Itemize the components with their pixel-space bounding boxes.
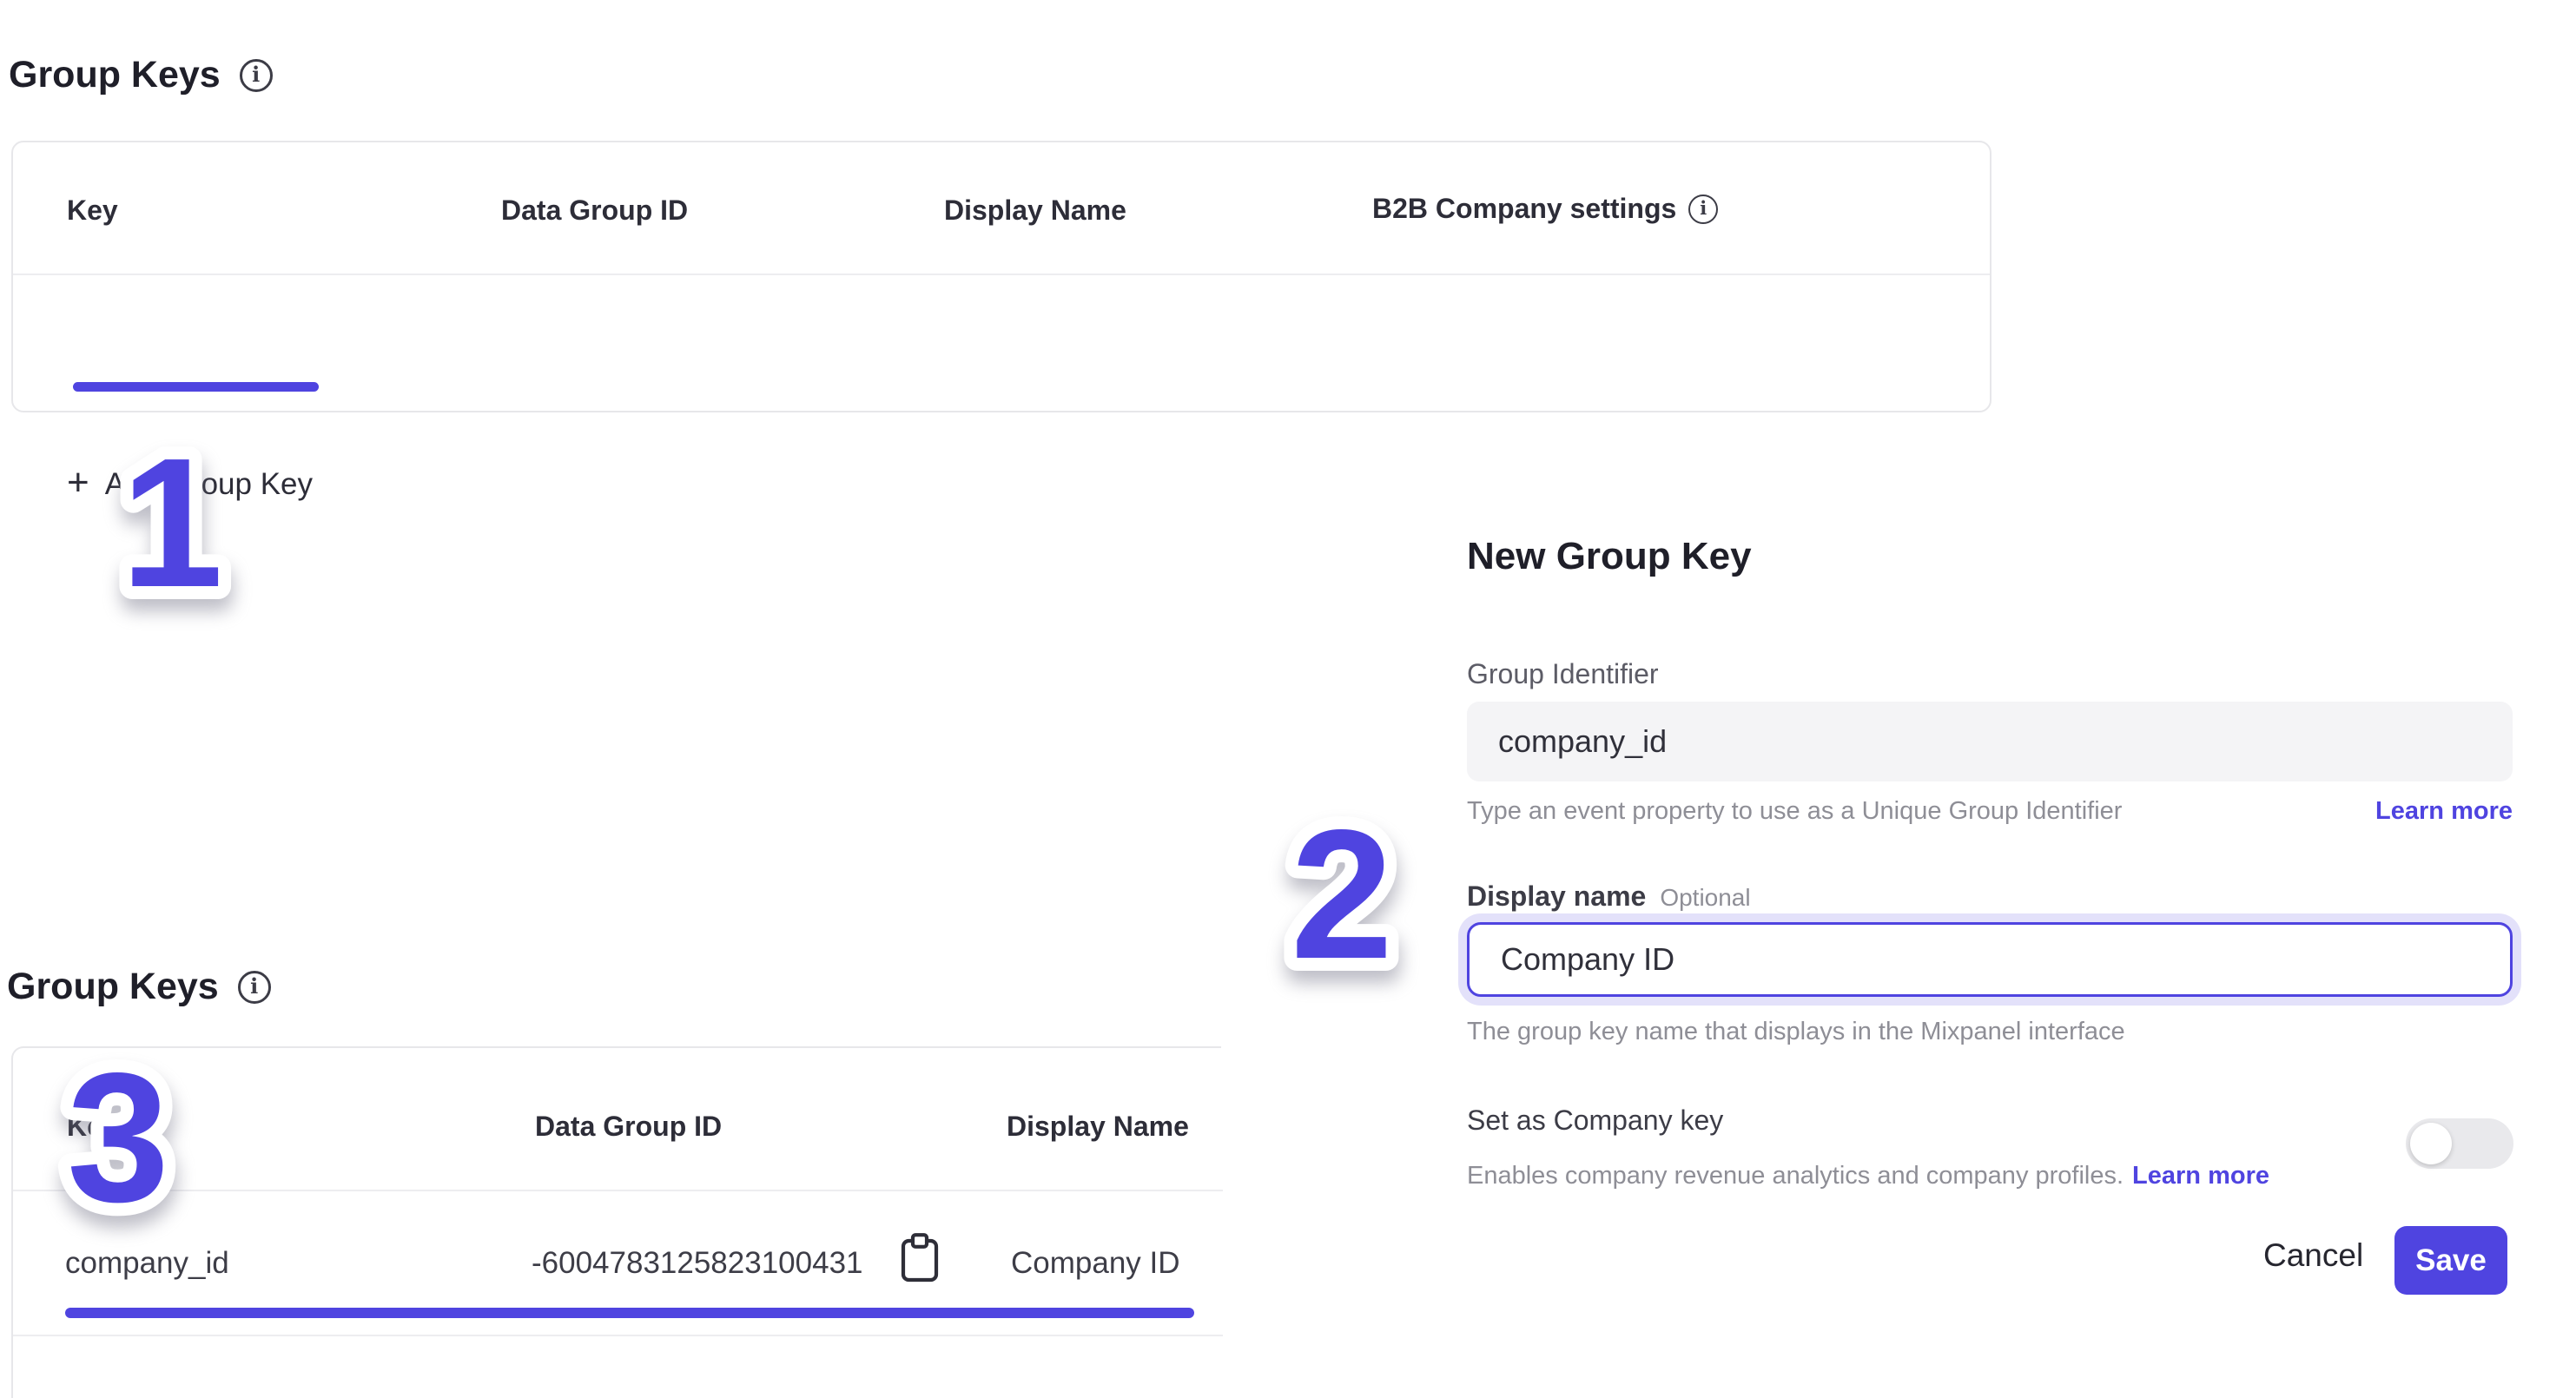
row-data-group-id-cell: -6004783125823100431 xyxy=(532,1246,863,1281)
toggle-knob xyxy=(2410,1123,2452,1164)
optional-badge: Optional xyxy=(1660,884,1750,911)
cancel-button[interactable]: Cancel xyxy=(2258,1236,2368,1275)
step-1-badge: 1 xyxy=(121,419,223,625)
step-3-underline xyxy=(65,1308,1194,1318)
copy-icon[interactable] xyxy=(897,1232,942,1284)
table-header-divider xyxy=(13,274,1990,275)
group-identifier-label: Group Identifier xyxy=(1467,658,1659,690)
column-header-key: Key xyxy=(67,195,118,227)
column-header-b2b-settings: B2B Company settings i xyxy=(1372,193,1718,225)
display-name-helper: The group key name that displays in the … xyxy=(1467,1018,2125,1046)
info-icon[interactable]: i xyxy=(238,971,271,1004)
column-header-key: Key xyxy=(67,1111,118,1143)
column-header-data-group-id: Data Group ID xyxy=(535,1111,722,1143)
column-header-data-group-id: Data Group ID xyxy=(501,195,688,227)
clipboard-icon xyxy=(897,1232,942,1284)
new-group-key-title: New Group Key xyxy=(1467,535,1752,578)
info-icon[interactable]: i xyxy=(1688,195,1718,224)
table-header-divider xyxy=(13,1190,1223,1191)
learn-more-link[interactable]: Learn more xyxy=(2132,1162,2269,1190)
group-keys-title: Group Keys xyxy=(7,966,219,1008)
company-key-helper: Enables company revenue analytics and co… xyxy=(1467,1162,2124,1190)
step-1-underline xyxy=(73,382,319,392)
group-keys-heading-top: Group Keys i xyxy=(9,54,273,96)
add-group-key-label: Add Group Key xyxy=(105,467,313,502)
plus-icon: + xyxy=(67,464,89,502)
group-keys-title: Group Keys xyxy=(9,54,221,96)
column-header-display-name: Display Name xyxy=(944,195,1126,227)
row-key-cell: company_id xyxy=(65,1246,229,1281)
info-icon[interactable]: i xyxy=(240,59,273,92)
add-group-key-button[interactable]: + Add Group Key xyxy=(67,465,313,504)
group-keys-table-filled: Key Data Group ID Display Name company_i… xyxy=(11,1046,1221,1398)
column-header-display-name: Display Name xyxy=(1007,1111,1189,1143)
save-button[interactable]: Save xyxy=(2394,1226,2507,1295)
learn-more-link[interactable]: Learn more xyxy=(2375,797,2513,826)
display-name-label-row: Display name Optional xyxy=(1467,880,1751,913)
step-2-badge: 2 xyxy=(1291,791,1393,997)
row-divider xyxy=(13,1335,1223,1336)
company-key-toggle[interactable] xyxy=(2406,1118,2513,1169)
display-name-input[interactable] xyxy=(1467,922,2513,997)
group-identifier-input[interactable] xyxy=(1467,702,2513,781)
page: Group Keys i Key Data Group ID Display N… xyxy=(0,0,2576,1398)
group-identifier-helper: Type an event property to use as a Uniqu… xyxy=(1467,797,2122,826)
group-keys-table-empty: Key Data Group ID Display Name B2B Compa… xyxy=(11,141,1991,412)
row-display-name-cell: Company ID xyxy=(1011,1246,1180,1281)
group-keys-heading-bottom: Group Keys i xyxy=(7,966,271,1008)
set-company-key-label: Set as Company key xyxy=(1467,1105,1723,1137)
company-key-helper-row: Enables company revenue analytics and co… xyxy=(1467,1162,2269,1190)
display-name-label: Display name xyxy=(1467,880,1646,912)
